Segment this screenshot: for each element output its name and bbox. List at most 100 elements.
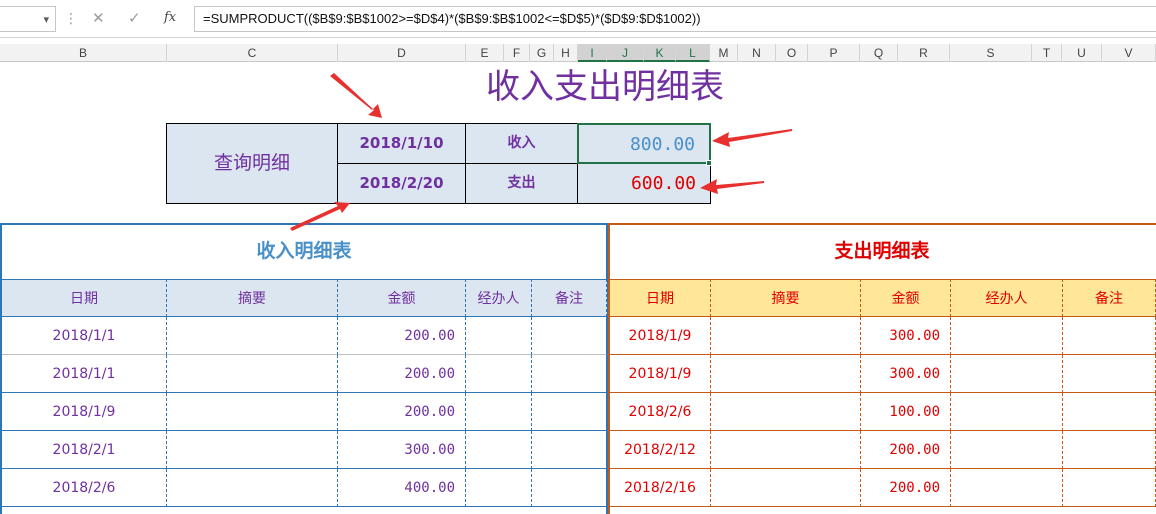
income-cell-summary[interactable] [167,317,338,355]
income-cell-note[interactable] [532,431,607,469]
expense-cell-date[interactable]: 2018/1/9 [610,355,711,393]
income-cell-amount[interactable]: 400.00 [338,469,466,507]
expense-cell-note[interactable] [1063,317,1156,355]
expense-cell-date[interactable]: 2018/2/6 [610,393,711,431]
expense-cell-handler[interactable] [951,393,1063,431]
arrow-to-income-total-icon [712,129,792,147]
income-cell-handler[interactable] [466,469,532,507]
expense-cell-handler[interactable] [951,317,1063,355]
income-cell-amount[interactable]: 200.00 [338,355,466,393]
expense-cell-note[interactable] [1063,355,1156,393]
expense-cell-summary[interactable] [711,317,861,355]
income-cell-handler[interactable] [466,355,532,393]
column-header-K[interactable]: K [644,44,676,62]
column-header-S[interactable]: S [950,44,1032,62]
expense-header-cell[interactable]: 金额 [861,279,951,317]
column-header-T[interactable]: T [1032,44,1062,62]
income-cell-summary[interactable] [167,393,338,431]
expense-cell-amount[interactable]: 200.00 [861,469,951,507]
column-header-C[interactable]: C [167,44,338,62]
expense-cell-amount[interactable]: 100.00 [861,393,951,431]
expense-cell-handler[interactable] [951,469,1063,507]
expense-cell-date[interactable]: 2018/2/16 [610,469,711,507]
column-header-R[interactable]: R [898,44,950,62]
formula-bar-buttons: ✕ ✓ fx [80,6,190,32]
cancel-icon[interactable]: ✕ [92,9,105,27]
expense-cell-summary[interactable] [711,393,861,431]
expense-cell-handler[interactable] [951,431,1063,469]
expense-header-cell[interactable]: 日期 [610,279,711,317]
expense-cell-handler[interactable] [951,355,1063,393]
column-header-F[interactable]: F [504,44,530,62]
income-cell-handler[interactable] [466,317,532,355]
insert-function-icon[interactable]: fx [164,10,176,25]
income-cell-amount[interactable]: 200.00 [338,393,466,431]
income-cell-note[interactable] [532,393,607,431]
income-header-cell[interactable]: 备注 [532,279,607,317]
expense-cell-amount[interactable]: 300.00 [861,317,951,355]
sheet-title: 收入支出明细表 [486,67,724,107]
column-header-bar: BCDEFGHIJKLMNOPQRSTUV [0,44,1156,62]
column-header-H[interactable]: H [554,44,578,62]
income-cell-note[interactable] [532,317,607,355]
expense-table-title: 支出明细表 [834,240,930,262]
income-table-title: 收入明细表 [256,240,352,262]
income-label: 收入 [465,123,578,164]
formula-input[interactable]: =SUMPRODUCT(($B$9:$B$1002>=$D$4)*($B$9:$… [194,6,1156,32]
income-cell-summary[interactable] [167,431,338,469]
expense-total-cell[interactable]: 600.00 [577,163,711,204]
column-header-E[interactable]: E [466,44,504,62]
column-header-Q[interactable]: Q [860,44,898,62]
column-header-L[interactable]: L [676,44,710,62]
expense-header-cell[interactable]: 备注 [1063,279,1156,317]
income-cell-date[interactable]: 2018/1/1 [2,317,167,355]
column-header-M[interactable]: M [710,44,738,62]
income-cell-date[interactable]: 2018/2/1 [2,431,167,469]
income-header-cell[interactable]: 日期 [2,279,167,317]
column-header-N[interactable]: N [738,44,776,62]
chevron-down-icon[interactable]: ▾ [43,13,49,26]
income-cell-summary[interactable] [167,355,338,393]
income-cell-amount[interactable]: 200.00 [338,317,466,355]
name-box[interactable]: ▾ [0,6,56,32]
expense-cell-note[interactable] [1063,431,1156,469]
column-header-I[interactable]: I [578,44,607,62]
income-cell-date[interactable]: 2018/2/6 [2,469,167,507]
query-end-date[interactable]: 2018/2/20 [337,163,466,204]
income-cell-summary[interactable] [167,469,338,507]
income-total-cell-selected[interactable]: 800.00 [577,123,711,164]
fill-handle[interactable] [706,160,712,166]
column-header-B[interactable]: B [0,44,167,62]
income-cell-date[interactable]: 2018/1/1 [2,355,167,393]
expense-cell-amount[interactable]: 300.00 [861,355,951,393]
column-header-P[interactable]: P [808,44,860,62]
expense-label: 支出 [465,163,578,204]
expense-cell-amount[interactable]: 200.00 [861,431,951,469]
income-cell-amount[interactable]: 300.00 [338,431,466,469]
column-header-V[interactable]: V [1102,44,1156,62]
query-start-date[interactable]: 2018/1/10 [337,123,466,164]
income-header-cell[interactable]: 经办人 [466,279,532,317]
expense-header-cell[interactable]: 摘要 [711,279,861,317]
enter-check-icon[interactable]: ✓ [128,9,141,27]
expense-cell-note[interactable] [1063,393,1156,431]
column-header-J[interactable]: J [607,44,644,62]
column-header-U[interactable]: U [1062,44,1102,62]
column-header-O[interactable]: O [776,44,808,62]
income-header-cell[interactable]: 金额 [338,279,466,317]
income-cell-date[interactable]: 2018/1/9 [2,393,167,431]
expense-cell-summary[interactable] [711,469,861,507]
expense-cell-note[interactable] [1063,469,1156,507]
expense-header-cell[interactable]: 经办人 [951,279,1063,317]
column-header-G[interactable]: G [530,44,554,62]
expense-cell-summary[interactable] [711,355,861,393]
income-cell-note[interactable] [532,469,607,507]
expense-cell-summary[interactable] [711,431,861,469]
expense-cell-date[interactable]: 2018/1/9 [610,317,711,355]
column-header-D[interactable]: D [338,44,466,62]
income-header-cell[interactable]: 摘要 [167,279,338,317]
income-cell-handler[interactable] [466,393,532,431]
income-cell-handler[interactable] [466,431,532,469]
expense-cell-date[interactable]: 2018/2/12 [610,431,711,469]
income-cell-note[interactable] [532,355,607,393]
